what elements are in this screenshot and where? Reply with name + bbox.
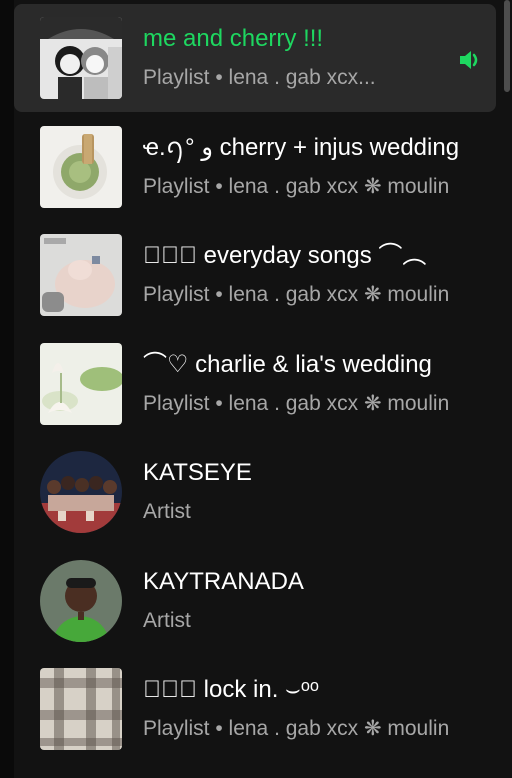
item-title: ⌒♡ charlie & lia's wedding: [143, 350, 432, 378]
item-title: me and cherry !!!: [143, 25, 324, 53]
item-subtitle: Playlist • lena . gab xcx ❋ moulin: [143, 283, 450, 307]
item-subtitle: Playlist • lena . gab xcx ❋ moulin: [143, 717, 450, 741]
playlist-cover: [40, 234, 122, 317]
portrait-photo-image: [40, 559, 122, 642]
manga-art-image: [40, 17, 122, 100]
list-item-kaytranada[interactable]: KAYTRANADA Artist: [14, 547, 510, 656]
list-item-everyday-songs[interactable]: ✿ུ⍰ everyday songs ⌒︵ Playlist • lena . …: [14, 221, 510, 330]
list-item-katseye[interactable]: KATSEYE Artist: [14, 438, 510, 547]
item-subtitle: Artist: [143, 500, 191, 524]
item-title: KATSEYE: [143, 459, 252, 487]
plaid-pattern-image: [40, 668, 122, 751]
playlist-cover: [40, 125, 122, 208]
item-title: KAYTRANADA: [143, 567, 304, 595]
artist-avatar: [40, 559, 122, 642]
playlist-cover: [40, 342, 122, 425]
list-item-me-and-cherry[interactable]: me and cherry !!! Playlist • lena . gab …: [14, 4, 510, 113]
lotus-photo-image: [40, 342, 122, 425]
item-subtitle: Playlist • lena . gab xcx ❋ moulin: [143, 174, 450, 198]
hands-photo-image: [40, 234, 122, 317]
item-subtitle: Playlist • lena . gab xcx ❋ moulin: [143, 391, 450, 415]
left-edge: [0, 0, 14, 778]
item-subtitle: Artist: [143, 608, 191, 632]
item-title: ✿ུ⍰ lock in. ⌣ᵒᵒ: [143, 676, 319, 704]
speaker-icon: [460, 51, 478, 69]
item-title: ✿ུ⍰ everyday songs ⌒︵: [143, 242, 427, 270]
list-item-charlie-lia-wedding[interactable]: ⌒♡ charlie & lia's wedding Playlist • le…: [14, 330, 510, 439]
artist-avatar: [40, 451, 122, 534]
playlist-cover: [40, 668, 122, 751]
library-list: me and cherry !!! Playlist • lena . gab …: [14, 4, 510, 764]
item-subtitle: Playlist • lena . gab xcx...: [143, 66, 376, 90]
playlist-cover: [40, 17, 122, 100]
group-photo-image: [40, 451, 122, 534]
item-title: ҽ.ꪆ° ﻭ cherry + injus wedding: [143, 133, 460, 161]
list-item-lock-in[interactable]: ✿ུ⍰ lock in. ⌣ᵒᵒ Playlist • lena . gab x…: [14, 655, 510, 764]
list-item-cherry-injus-wedding[interactable]: ҽ.ꪆ° ﻭ cherry + injus wedding Playlist •…: [14, 113, 510, 222]
matcha-cup-image: [40, 125, 122, 208]
